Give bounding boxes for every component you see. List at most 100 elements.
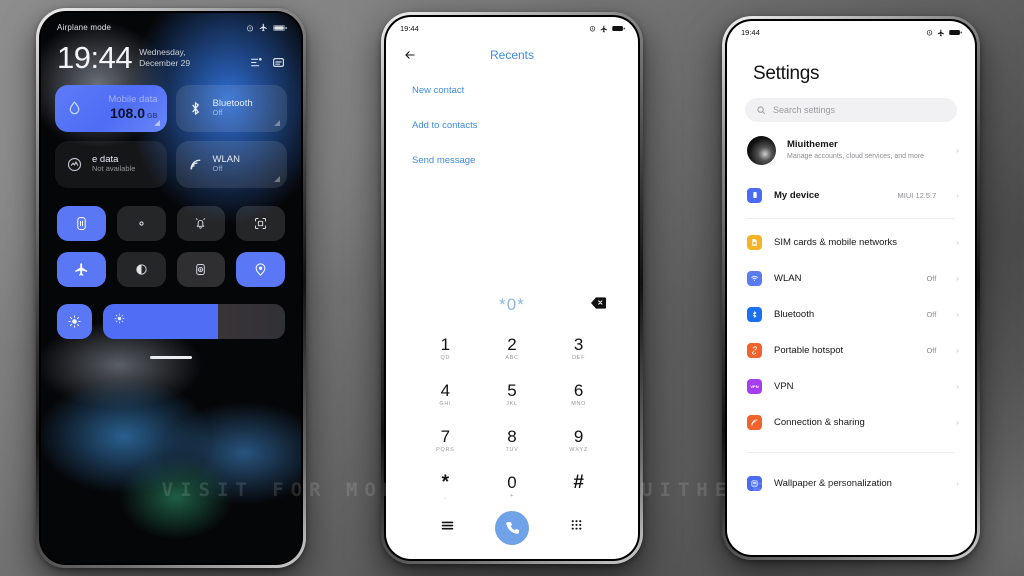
small-tiles-grid (41, 188, 301, 287)
tile-mobile-data-secondary[interactable]: e data Not available (55, 140, 167, 188)
account-row[interactable]: Miuithemer Manage accounts, cloud servic… (727, 122, 975, 177)
backspace-icon[interactable] (591, 296, 606, 314)
home-indicator[interactable] (150, 355, 192, 359)
tile-wlan[interactable]: WLAN Off (175, 140, 287, 188)
key-sub: PQRS (436, 447, 455, 453)
status-bar: Airplane mode (41, 13, 301, 32)
dialpad-key-9[interactable]: 9 WXYZ (545, 419, 612, 463)
alarm-icon (247, 24, 253, 31)
settings-row-value: MIUI 12.5.7 (897, 190, 937, 200)
link-add-to-contacts[interactable]: Add to contacts (386, 120, 638, 131)
tile-dark-mode[interactable] (116, 251, 166, 287)
battery-icon (612, 25, 625, 32)
settings-row-label: VPN (774, 380, 794, 392)
brightness-icon (68, 314, 81, 328)
settings-row-label: My device (774, 189, 820, 201)
tile-expand-corner-icon[interactable] (274, 119, 280, 126)
location-icon (255, 262, 266, 276)
notification-icon[interactable] (272, 56, 285, 69)
call-button[interactable] (495, 511, 529, 545)
account-name: Miuithemer (787, 139, 838, 151)
dialpad-key-8[interactable]: 8 TUV (479, 419, 546, 463)
clock-time: 19:44 (57, 40, 133, 75)
settings-row-label: Wallpaper & personalization (774, 477, 892, 489)
chevron-right-icon: › (956, 309, 959, 319)
key-sub: TUV (505, 447, 519, 453)
phone-bezel: 19:44 Recents New contact Add to contact… (384, 15, 640, 561)
dialpad-key-4[interactable]: 4 GHI (412, 373, 479, 417)
settings-row-label: WLAN (774, 272, 802, 284)
dialpad-key-5[interactable]: 5 JKL (479, 373, 546, 417)
link-new-contact[interactable]: New contact (386, 85, 638, 96)
search-icon (757, 106, 765, 114)
dialpad-key-0[interactable]: 0 + (479, 465, 546, 509)
dialpad-key-6[interactable]: 6 MNO (545, 373, 612, 417)
dialpad-icon[interactable] (569, 518, 584, 538)
settings-row-value: Off (926, 273, 937, 283)
alarm-icon (589, 26, 596, 32)
status-carrier-text: Airplane mode (57, 23, 112, 32)
settings-row-label: Portable hotspot (774, 344, 844, 356)
search-input[interactable]: Search settings (745, 98, 957, 122)
settings-row-connection-sharing[interactable]: Connection & sharing › (727, 404, 975, 440)
settings-sliders-icon[interactable] (250, 56, 263, 69)
settings-row-wallpaper-personalization[interactable]: Wallpaper & personalization › (727, 465, 975, 501)
settings-row-sim-cards[interactable]: SIM cards & mobile networks › (727, 224, 975, 260)
tile-bluetooth-sub: Off (212, 108, 223, 118)
brightness-row (41, 287, 301, 339)
sharing-icon (747, 414, 762, 430)
dialpad-key-7[interactable]: 7 PQRS (412, 419, 479, 463)
settings-row-vpn[interactable]: VPN VPN › (727, 368, 975, 404)
quick-actions-list: New contact Add to contacts Send message (386, 63, 638, 190)
tile-expand-corner-icon[interactable] (274, 175, 280, 182)
key-sub: GHI (439, 401, 452, 407)
settings-row-bluetooth[interactable]: Bluetooth Off › (727, 296, 975, 332)
dialpad-key-star[interactable]: *, (412, 465, 479, 509)
tile-flashlight[interactable] (116, 205, 166, 241)
link-send-message[interactable]: Send message (386, 155, 638, 166)
key-digit: 2 (507, 335, 517, 354)
dialer-screen: 19:44 Recents New contact Add to contact… (386, 17, 638, 559)
chevron-right-icon: › (956, 190, 959, 200)
key-digit: * (441, 472, 450, 493)
wallpaper-icon (747, 475, 762, 491)
tile-silent-mode[interactable] (176, 205, 226, 241)
phone-middle-dialer: 19:44 Recents New contact Add to contact… (381, 12, 643, 564)
key-digit: 4 (440, 381, 451, 400)
tile-mobile-data[interactable]: Mobile data 108.0 GB (55, 84, 167, 132)
tile-screenshot[interactable] (236, 205, 285, 241)
tile-reading-mode[interactable] (176, 251, 226, 287)
tile-airplane-mode[interactable] (57, 251, 106, 287)
bluetooth-icon (185, 98, 206, 119)
tile-location[interactable] (236, 251, 285, 287)
settings-row-my-device[interactable]: My device MIUI 12.5.7 › (727, 177, 975, 213)
status-bar: 19:44 (727, 21, 975, 37)
app-bar: Recents (386, 33, 638, 63)
avatar (747, 136, 776, 165)
account-subtitle: Manage accounts, cloud services, and mor… (787, 153, 924, 161)
dialed-number[interactable]: *0* (499, 295, 525, 315)
tile-auto-rotate[interactable] (57, 205, 106, 241)
app-bar-title: Recents (489, 48, 535, 62)
key-digit: # (573, 472, 584, 493)
chevron-right-icon: › (956, 478, 959, 488)
key-digit: 7 (440, 427, 451, 446)
menu-lines-icon[interactable] (440, 518, 455, 538)
key-digit: 0 (507, 473, 517, 492)
settings-row-value: Off (926, 345, 937, 355)
settings-row-label: Connection & sharing (774, 416, 865, 428)
screenshot-icon (255, 217, 267, 229)
tile-bluetooth[interactable]: Bluetooth Off (175, 84, 287, 132)
chevron-right-icon: › (956, 237, 959, 247)
brightness-slider[interactable] (103, 303, 285, 339)
dialpad-key-hash[interactable]: # (545, 465, 612, 509)
dialpad-key-2[interactable]: 2 ABC (479, 327, 546, 371)
auto-brightness-button[interactable] (57, 303, 92, 339)
dialer-bottom-bar (386, 509, 638, 559)
dialpad-key-1[interactable]: 1 QD (412, 327, 479, 371)
settings-row-portable-hotspot[interactable]: Portable hotspot Off › (727, 332, 975, 368)
dialpad-key-3[interactable]: 3 DEF (545, 327, 612, 371)
settings-row-wlan[interactable]: WLAN Off › (727, 260, 975, 296)
sim-icon (747, 234, 762, 250)
tile-expand-corner-icon[interactable] (153, 119, 160, 126)
